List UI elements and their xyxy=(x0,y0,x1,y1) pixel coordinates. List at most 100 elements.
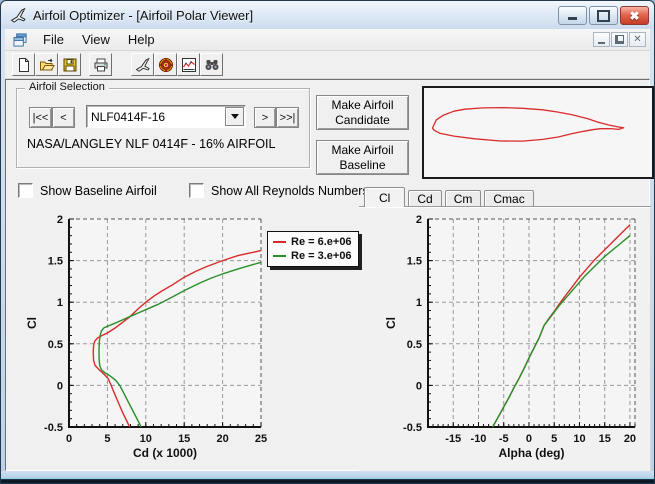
svg-text:0.5: 0.5 xyxy=(48,339,63,351)
svg-text:5: 5 xyxy=(551,433,557,445)
svg-text:20: 20 xyxy=(216,433,228,445)
svg-text:-10: -10 xyxy=(471,433,487,445)
airfoil-tool-button[interactable] xyxy=(131,53,154,76)
minimize-button[interactable] xyxy=(558,6,587,25)
airfoil-description: NASA/LANGLEY NLF 0414F - 16% AIRFOIL xyxy=(27,137,276,151)
legend-line-swatch xyxy=(273,255,286,257)
airfoil-outline-drawing xyxy=(424,88,648,173)
svg-text:0: 0 xyxy=(66,433,72,445)
svg-text:1: 1 xyxy=(416,297,422,309)
maximize-button[interactable] xyxy=(589,6,618,25)
optimize-target-icon xyxy=(158,57,174,73)
svg-text:15: 15 xyxy=(178,433,190,445)
cl-alpha-chart: -15 -10 -5 0 5 10 15 20 -0.5 0 0.5 1 1.5 2 Alpha (deg)… xyxy=(361,207,651,475)
window-title: Airfoil Optimizer - [Airfoil Polar Viewe… xyxy=(33,8,253,23)
window-bottom-frame xyxy=(1,471,654,483)
mdi-child-icon xyxy=(13,33,28,47)
svg-text:2: 2 xyxy=(416,214,422,226)
show-reynolds-checkbox[interactable] xyxy=(189,183,204,198)
next-airfoil-button[interactable]: > xyxy=(254,107,276,128)
open-folder-icon xyxy=(39,57,55,73)
show-baseline-label: Show Baseline Airfoil xyxy=(40,184,157,198)
menu-view[interactable]: View xyxy=(73,30,119,49)
mdi-close-button[interactable]: ✕ xyxy=(629,32,646,47)
svg-text:-0.5: -0.5 xyxy=(403,422,422,434)
legend-entry: Re = 6.e+06 xyxy=(273,235,352,249)
first-airfoil-button[interactable]: |<< xyxy=(29,107,52,128)
show-baseline-checkbox-row: Show Baseline Airfoil xyxy=(18,183,157,198)
print-button[interactable] xyxy=(89,53,112,76)
legend-entry: Re = 3.e+06 xyxy=(273,249,352,263)
app-plane-icon xyxy=(10,7,27,24)
airfoil-combobox-value: NLF0414F-16 xyxy=(87,110,225,124)
last-airfoil-button[interactable]: >>| xyxy=(276,107,299,128)
airfoil-plane-icon xyxy=(135,57,151,73)
svg-text:0.5: 0.5 xyxy=(407,339,422,351)
close-icon: ✖ xyxy=(629,10,639,22)
optimize-button[interactable] xyxy=(154,53,177,76)
airfoil-selection-group: Airfoil Selection |<< < NLF0414F-16 > >>… xyxy=(16,88,310,168)
show-baseline-checkbox[interactable] xyxy=(18,183,33,198)
svg-text:-15: -15 xyxy=(445,433,461,445)
svg-text:20: 20 xyxy=(624,433,636,445)
make-candidate-button[interactable]: Make Airfoil Candidate xyxy=(316,95,409,130)
save-button[interactable] xyxy=(58,53,81,76)
chart-legend: Re = 6.e+06Re = 3.e+06 xyxy=(267,231,359,267)
svg-text:10: 10 xyxy=(573,433,585,445)
combobox-dropdown-button[interactable] xyxy=(225,107,244,126)
polar-viewer-button[interactable] xyxy=(177,53,200,76)
svg-text:Cl: Cl xyxy=(25,317,39,329)
svg-text:1.5: 1.5 xyxy=(48,256,63,268)
find-binoculars-icon xyxy=(204,57,220,73)
tab-row: Cl Cd Cm Cmac xyxy=(359,187,651,206)
mdi-restore-icon xyxy=(615,35,624,44)
show-reynolds-label: Show All Reynolds Numbers xyxy=(211,184,369,198)
svg-text:-5: -5 xyxy=(499,433,509,445)
menu-file[interactable]: File xyxy=(34,30,73,49)
svg-text:15: 15 xyxy=(599,433,611,445)
tab-cm[interactable]: Cm xyxy=(445,190,482,206)
svg-text:0: 0 xyxy=(526,433,532,445)
mdi-client: Airfoil Selection |<< < NLF0414F-16 > >>… xyxy=(5,79,650,471)
new-file-button[interactable] xyxy=(12,53,35,76)
mdi-minimize-button[interactable] xyxy=(593,32,610,47)
airfoil-preview-panel xyxy=(422,86,654,179)
open-file-button[interactable] xyxy=(35,53,58,76)
toolbar xyxy=(5,51,650,79)
svg-text:25: 25 xyxy=(255,433,267,445)
svg-text:1.5: 1.5 xyxy=(407,256,422,268)
airfoil-combobox[interactable]: NLF0414F-16 xyxy=(86,105,246,128)
svg-text:2: 2 xyxy=(57,214,63,226)
save-floppy-icon xyxy=(62,57,78,73)
svg-text:Cd (x 1000): Cd (x 1000) xyxy=(133,446,197,460)
svg-text:1: 1 xyxy=(57,297,63,309)
svg-text:Cl: Cl xyxy=(384,317,398,329)
minimize-icon xyxy=(568,17,577,20)
show-reynolds-checkbox-row: Show All Reynolds Numbers xyxy=(189,183,369,198)
mdi-close-icon: ✕ xyxy=(633,35,641,45)
svg-text:Alpha (deg): Alpha (deg) xyxy=(499,446,565,460)
tab-cl[interactable]: Cl xyxy=(364,187,405,207)
screen: Airfoil Optimizer - [Airfoil Polar Viewe… xyxy=(0,0,655,484)
menu-help[interactable]: Help xyxy=(119,30,164,49)
mdi-restore-button[interactable] xyxy=(611,32,628,47)
mdi-minimize-icon xyxy=(598,42,605,44)
svg-text:5: 5 xyxy=(104,433,110,445)
svg-text:0: 0 xyxy=(57,380,63,392)
new-document-icon xyxy=(16,57,32,73)
svg-text:0: 0 xyxy=(416,380,422,392)
app-window: Airfoil Optimizer - [Airfoil Polar Viewe… xyxy=(0,0,655,484)
close-button[interactable]: ✖ xyxy=(620,6,649,25)
make-baseline-button[interactable]: Make Airfoil Baseline xyxy=(316,140,409,175)
tab-cmac[interactable]: Cmac xyxy=(484,190,533,206)
tab-cd[interactable]: Cd xyxy=(408,190,441,206)
prev-airfoil-button[interactable]: < xyxy=(52,107,75,128)
find-button[interactable] xyxy=(200,53,223,76)
legend-label: Re = 6.e+06 xyxy=(291,236,352,248)
polar-chart-icon xyxy=(181,57,197,73)
group-label: Airfoil Selection xyxy=(25,81,109,93)
print-icon xyxy=(93,57,109,73)
titlebar: Airfoil Optimizer - [Airfoil Polar Viewe… xyxy=(1,1,654,29)
menubar: File View Help ✕ xyxy=(5,29,650,51)
maximize-icon xyxy=(597,10,610,22)
